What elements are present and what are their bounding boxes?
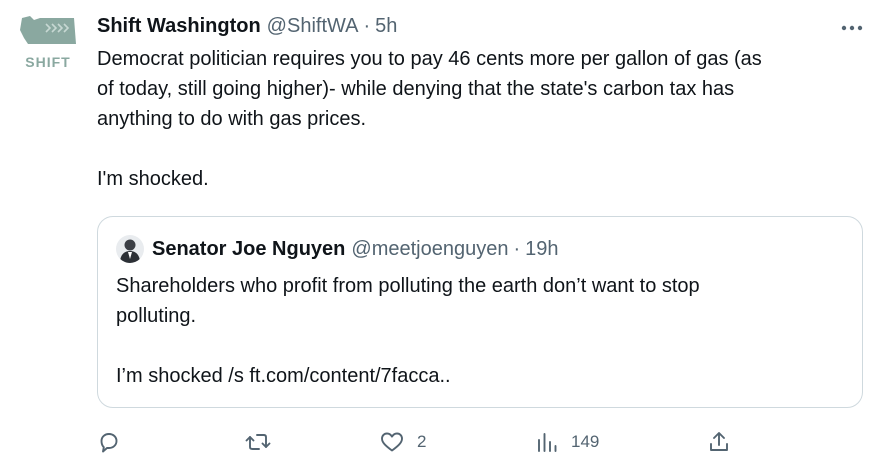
quote-author-handle[interactable]: @meetjoenguyen: [351, 238, 508, 261]
washington-state-logo-icon: [20, 16, 76, 44]
more-options-button[interactable]: [836, 14, 868, 42]
separator-dot: ·: [363, 14, 371, 37]
tweet-timestamp[interactable]: 5h: [375, 15, 397, 38]
author-name[interactable]: Shift Washington: [97, 15, 261, 38]
quote-author-name[interactable]: Senator Joe Nguyen: [152, 238, 345, 261]
quote-text: Shareholders who profit from polluting t…: [116, 271, 836, 391]
quote-text-line: Shareholders who profit from polluting t…: [116, 275, 700, 297]
share-button[interactable]: [707, 424, 743, 460]
share-icon: [710, 432, 728, 451]
quote-author-avatar[interactable]: [116, 235, 144, 263]
avatar-logo-text: SHIFT: [25, 54, 71, 70]
quote-timestamp[interactable]: 19h: [525, 238, 558, 261]
like-count: 2: [417, 432, 427, 451]
tweet-text: Democrat politician requires you to pay …: [97, 44, 867, 194]
heart-icon: [381, 432, 403, 452]
quoted-tweet-card[interactable]: Senator Joe Nguyen @meetjoenguyen · 19h …: [97, 216, 863, 408]
quote-header: Senator Joe Nguyen @meetjoenguyen · 19h: [152, 235, 559, 263]
retweet-icon: [245, 434, 271, 450]
tweet-text-line: anything to do with gas prices.: [97, 108, 367, 130]
reply-icon: [100, 433, 118, 453]
quote-text-line: polluting.: [116, 305, 197, 327]
tweet-text-line: of today, still going higher)- while den…: [97, 78, 735, 100]
reply-button[interactable]: [97, 424, 133, 460]
separator-dot: ·: [513, 237, 521, 260]
tweet-header: Shift Washington @ShiftWA · 5h: [97, 12, 397, 40]
retweet-button[interactable]: [245, 424, 283, 460]
views-icon: [538, 433, 557, 452]
author-handle[interactable]: @ShiftWA: [267, 15, 359, 38]
tweet-text-line: I'm shocked.: [97, 168, 209, 190]
views-count: 149: [571, 432, 600, 451]
views-button[interactable]: 149: [535, 424, 599, 460]
quote-text-line: I’m shocked /s ft.com/content/7facca..: [116, 365, 451, 387]
like-button[interactable]: 2: [379, 424, 426, 460]
person-avatar-icon: [116, 235, 144, 263]
more-dots-icon: [841, 25, 863, 31]
tweet-text-line: Democrat politician requires you to pay …: [97, 48, 762, 70]
tweet-action-bar: 2 149: [97, 424, 867, 460]
